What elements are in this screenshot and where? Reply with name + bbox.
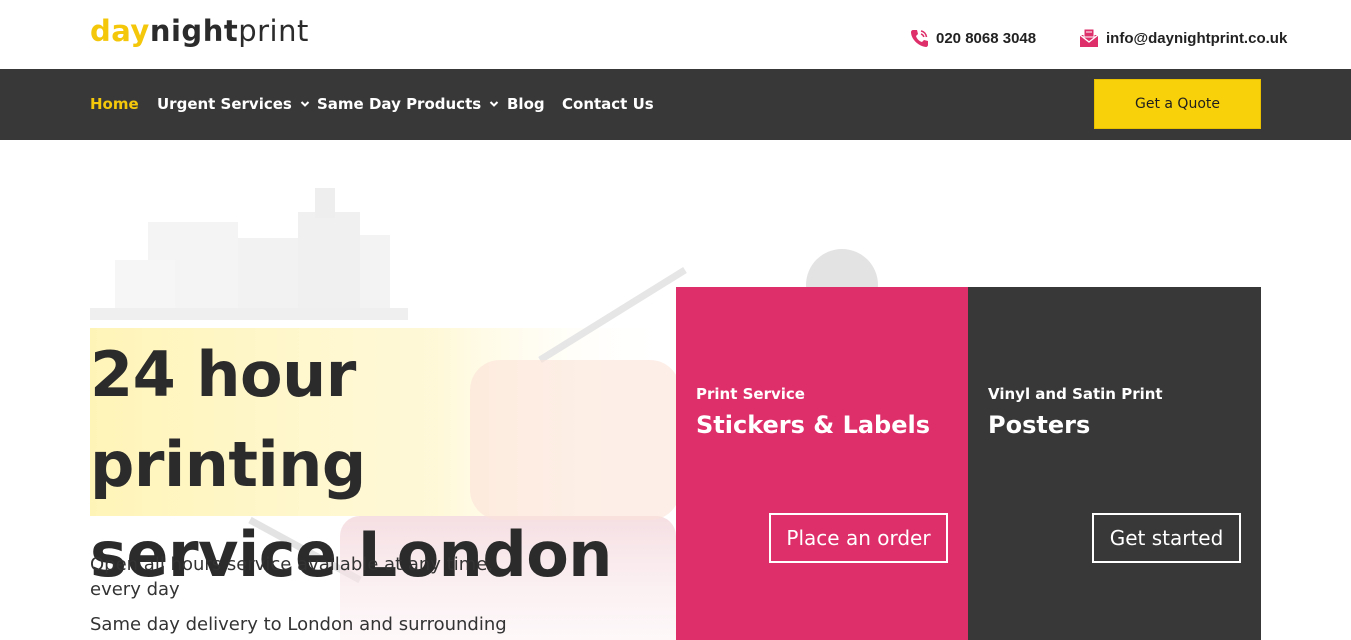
chevron-down-icon bbox=[489, 101, 499, 107]
nav-item-home[interactable]: Home bbox=[90, 95, 139, 113]
logo-day: day bbox=[90, 14, 150, 48]
get-started-button[interactable]: Get started bbox=[1092, 513, 1241, 563]
logo-print: print bbox=[238, 14, 309, 48]
email-icon bbox=[1079, 28, 1099, 47]
card-posters: Vinyl and Satin Print Posters Get starte… bbox=[968, 287, 1261, 640]
nav-item-label: Urgent Services bbox=[157, 95, 292, 113]
main-nav: Home Urgent Services Same Day Products B… bbox=[0, 69, 1351, 140]
nav-item-same-day-products[interactable]: Same Day Products bbox=[317, 95, 499, 113]
hero-title-line-1: 24 hour printing bbox=[90, 338, 366, 501]
hero-desc-line-2: Same day delivery to London and surround… bbox=[90, 614, 507, 635]
hero-section: 24 hour printing service London Open all… bbox=[0, 140, 1351, 640]
email-address: info@daynightprint.co.uk bbox=[1106, 29, 1288, 47]
nav-item-blog[interactable]: Blog bbox=[507, 95, 545, 113]
card-eyebrow: Print Service bbox=[696, 385, 805, 403]
nav-item-label: Contact Us bbox=[562, 95, 654, 113]
nav-item-contact-us[interactable]: Contact Us bbox=[562, 95, 654, 113]
nav-item-label: Same Day Products bbox=[317, 95, 482, 113]
phone-icon bbox=[911, 30, 928, 47]
logo-night: night bbox=[149, 14, 239, 48]
top-header: daynightprint 020 8068 3048 info@daynigh… bbox=[0, 0, 1351, 69]
nav-item-label: Blog bbox=[507, 95, 545, 113]
hero-desc-line-1: Open all hours service available at any … bbox=[90, 554, 494, 600]
card-title: Stickers & Labels bbox=[696, 411, 931, 439]
nav-item-urgent-services[interactable]: Urgent Services bbox=[157, 95, 310, 113]
site-logo[interactable]: daynightprint bbox=[90, 14, 309, 48]
phone-number: 020 8068 3048 bbox=[936, 29, 1037, 47]
hero-description: Open all hours service available at any … bbox=[90, 552, 520, 640]
card-eyebrow: Vinyl and Satin Print bbox=[988, 385, 1163, 403]
place-an-order-button[interactable]: Place an order bbox=[769, 513, 948, 563]
phone-contact[interactable]: 020 8068 3048 bbox=[909, 28, 1036, 48]
get-a-quote-button[interactable]: Get a Quote bbox=[1094, 79, 1261, 129]
card-title: Posters bbox=[988, 411, 1091, 439]
chevron-down-icon bbox=[300, 101, 310, 107]
nav-item-label: Home bbox=[90, 95, 139, 113]
email-contact[interactable]: info@daynightprint.co.uk bbox=[1079, 28, 1287, 48]
card-stickers-labels: Print Service Stickers & Labels Place an… bbox=[676, 287, 969, 640]
